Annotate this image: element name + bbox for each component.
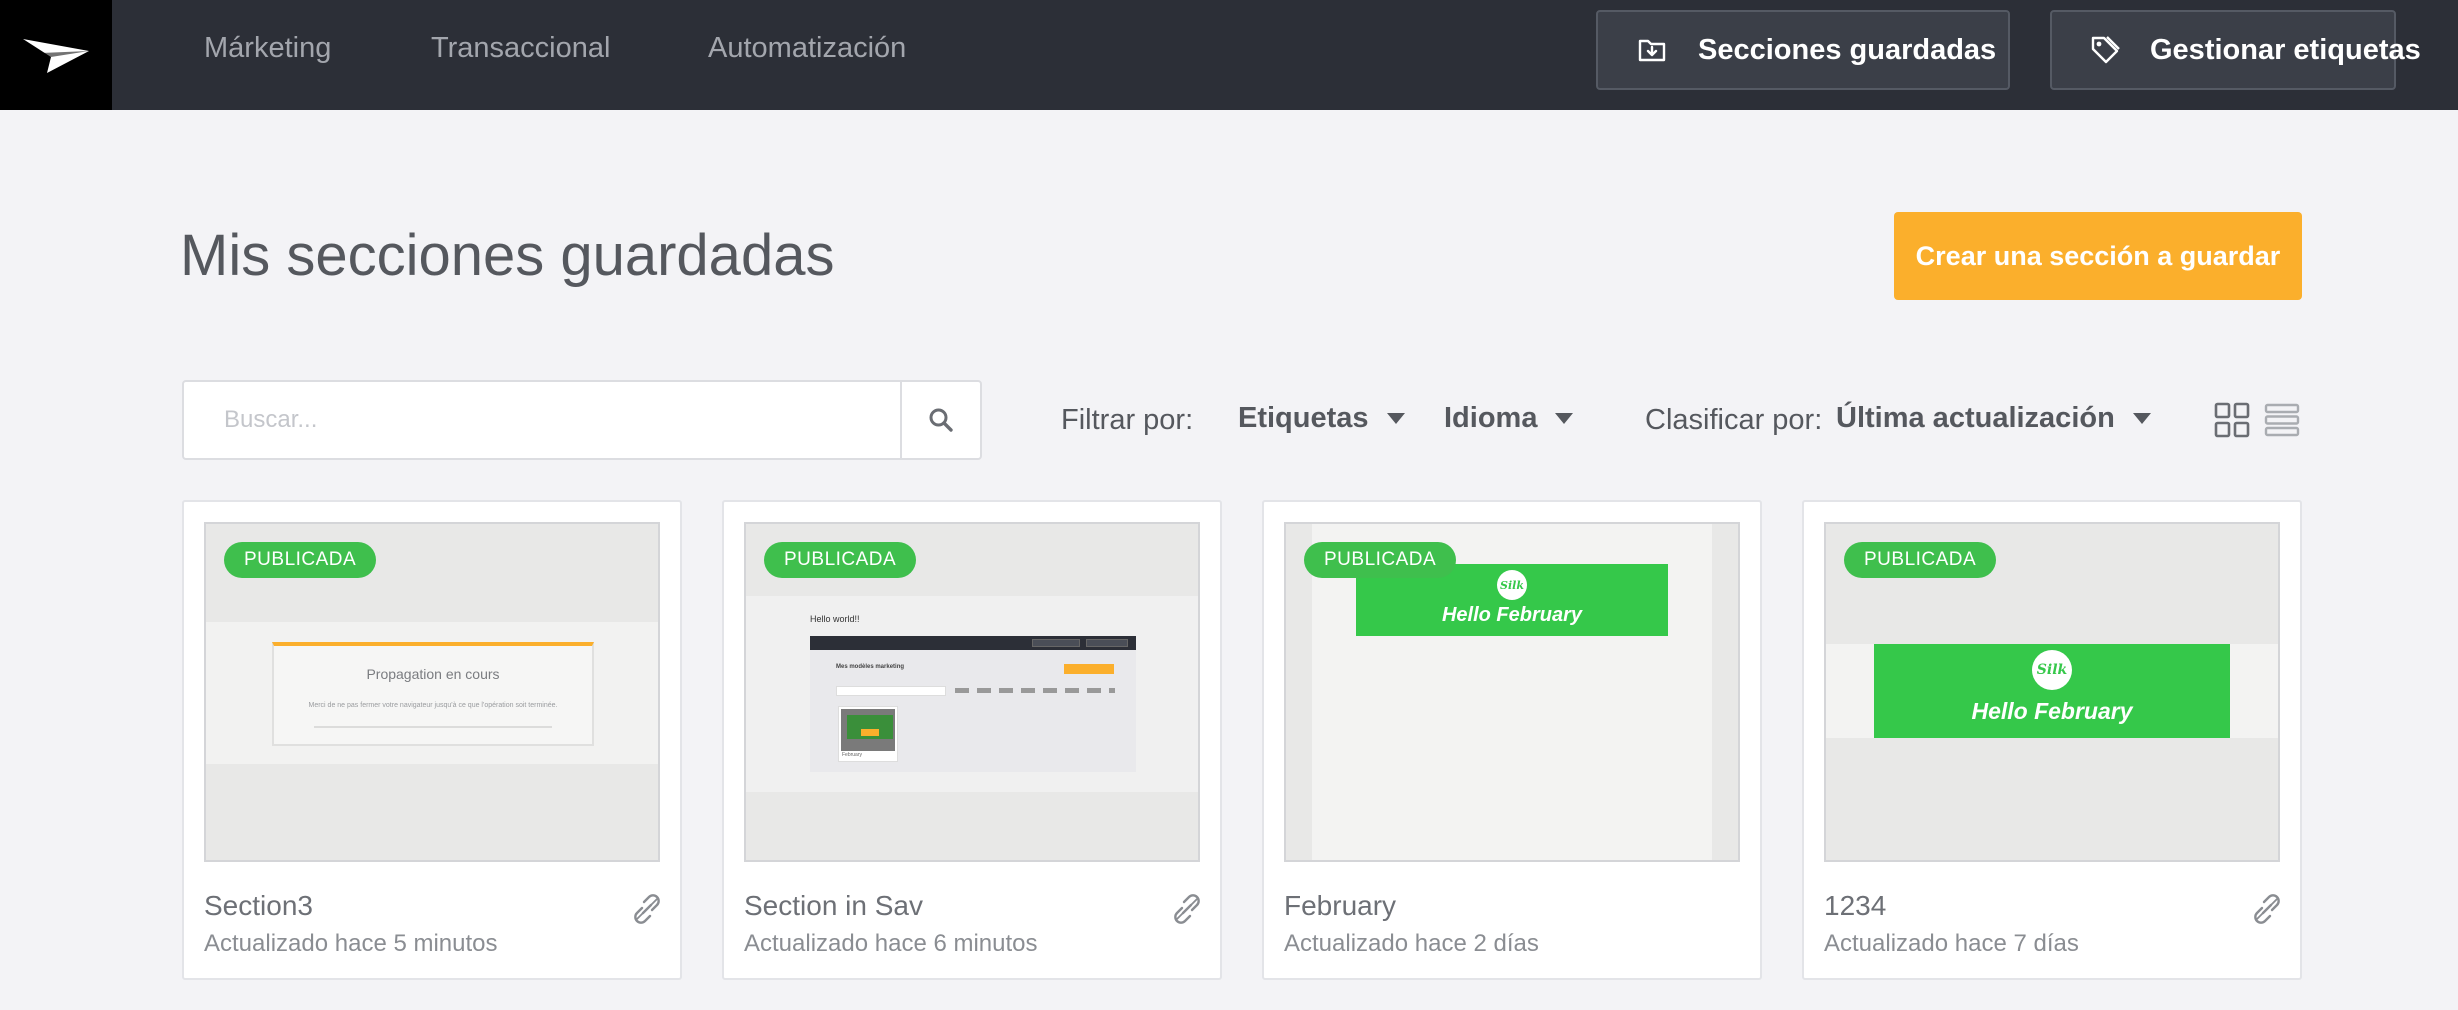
language-filter-dropdown[interactable]: Idioma: [1444, 402, 1574, 435]
silk-logo: Silk: [1497, 570, 1527, 600]
card-title: February: [1284, 890, 1397, 921]
card-title: Section in Sav: [744, 890, 923, 921]
thumbnail-search: [836, 686, 946, 696]
status-badge: PUBLICADA: [1844, 542, 1997, 578]
saved-section-card[interactable]: PUBLICADA Silk Hello February February A…: [1262, 500, 1762, 980]
sort-by-label: Clasificar por:: [1645, 404, 1823, 436]
status-badge: PUBLICADA: [224, 542, 377, 578]
section-thumbnail: PUBLICADA Silk Hello February: [1824, 522, 2280, 862]
search-box: [182, 380, 982, 460]
card-updated: Actualizado hace 5 minutos: [204, 930, 498, 957]
search-input[interactable]: [184, 382, 902, 458]
status-badge: PUBLICADA: [1304, 542, 1457, 578]
language-filter-label: Idioma: [1444, 402, 1538, 434]
card-updated: Actualizado hace 6 minutos: [744, 930, 1038, 957]
thumbnail-banner: Silk Hello February: [1874, 644, 2230, 738]
saved-section-card[interactable]: PUBLICADA Silk Hello February 1234 Actua…: [1802, 500, 2302, 980]
filter-by-label: Filtrar por:: [1061, 404, 1194, 436]
thumbnail-card: February: [838, 706, 898, 762]
thumbnail-inner-title: Mes modèles marketing: [836, 664, 905, 670]
manage-tags-button[interactable]: Gestionar etiquetas: [2050, 10, 2421, 90]
paper-plane-icon: [23, 39, 89, 73]
grid-view-button[interactable]: [2214, 402, 2250, 438]
thumbnail-divider: [314, 726, 552, 728]
thumbnail-create-button: [1064, 664, 1114, 674]
thumbnail-button: [1032, 639, 1080, 647]
status-badge: PUBLICADA: [764, 542, 917, 578]
search-button[interactable]: [900, 382, 980, 458]
unlink-icon[interactable]: [632, 894, 662, 924]
card-title: Section3: [204, 890, 313, 921]
thumbnail-card-image: [841, 709, 895, 751]
nav-automation[interactable]: Automatización: [708, 32, 906, 65]
nav-marketing[interactable]: Márketing: [204, 32, 331, 65]
caret-down-icon: [2132, 413, 2151, 424]
unlink-icon[interactable]: [2252, 894, 2282, 924]
thumbnail-screenshot: Mes modèles marketing February: [810, 636, 1136, 772]
thumbnail-dialog: Propagation en cours Merci de ne pas fer…: [272, 642, 594, 746]
section-thumbnail: PUBLICADA Propagation en cours Merci de …: [204, 522, 660, 862]
sort-value: Última actualización: [1836, 402, 2115, 434]
section-thumbnail: PUBLICADA Silk Hello February: [1284, 522, 1740, 862]
saved-section-card[interactable]: PUBLICADA Propagation en cours Merci de …: [182, 500, 682, 980]
silk-logo: Silk: [2032, 650, 2072, 690]
banner-text: Hello February: [1441, 604, 1583, 626]
page-title: Mis secciones guardadas: [180, 223, 835, 288]
card-title: 1234: [1824, 890, 1887, 921]
banner-text: Hello February: [1971, 698, 2133, 724]
card-updated: Actualizado hace 2 días: [1284, 930, 1539, 957]
caret-down-icon: [1386, 413, 1405, 424]
search-icon: [929, 408, 953, 432]
unlink-icon[interactable]: [1172, 894, 1202, 924]
grid-icon: [2214, 402, 2250, 438]
tags-filter-label: Etiquetas: [1238, 402, 1369, 434]
nav-transactional[interactable]: Transaccional: [431, 32, 610, 65]
thumbnail-button: [1086, 639, 1128, 647]
sort-dropdown[interactable]: Última actualización: [1836, 402, 2151, 435]
saved-sections-label: Secciones guardadas: [1698, 33, 1997, 66]
tags-filter-dropdown[interactable]: Etiquetas: [1238, 402, 1405, 435]
thumbnail-topbar: [810, 636, 1136, 650]
create-section-button[interactable]: Crear una sección a guardar: [1894, 212, 2302, 300]
list-icon: [2264, 403, 2300, 437]
thumbnail-filters: [955, 688, 1115, 693]
folder-download-icon: [1636, 34, 1668, 66]
saved-section-card[interactable]: PUBLICADA Hello world!! Mes modèles mark…: [722, 500, 1222, 980]
thumbnail-card-badge: [861, 729, 879, 736]
thumbnail-heading: Propagation en cours: [366, 666, 500, 682]
thumbnail-text: Merci de ne pas fermer votre navigateur …: [308, 702, 558, 709]
app-logo[interactable]: [0, 0, 112, 110]
thumbnail-card-title: February: [842, 752, 863, 758]
thumbnail-heading: Hello world!!: [810, 614, 860, 624]
tag-icon: [2090, 34, 2120, 66]
caret-down-icon: [1555, 413, 1574, 424]
saved-sections-button[interactable]: Secciones guardadas: [1596, 10, 2010, 90]
manage-tags-label: Gestionar etiquetas: [2150, 33, 2421, 66]
card-updated: Actualizado hace 7 días: [1824, 930, 2079, 957]
top-navigation-bar: Márketing Transaccional Automatización S…: [0, 0, 2458, 110]
list-view-button[interactable]: [2264, 402, 2300, 438]
section-thumbnail: PUBLICADA Hello world!! Mes modèles mark…: [744, 522, 1200, 862]
